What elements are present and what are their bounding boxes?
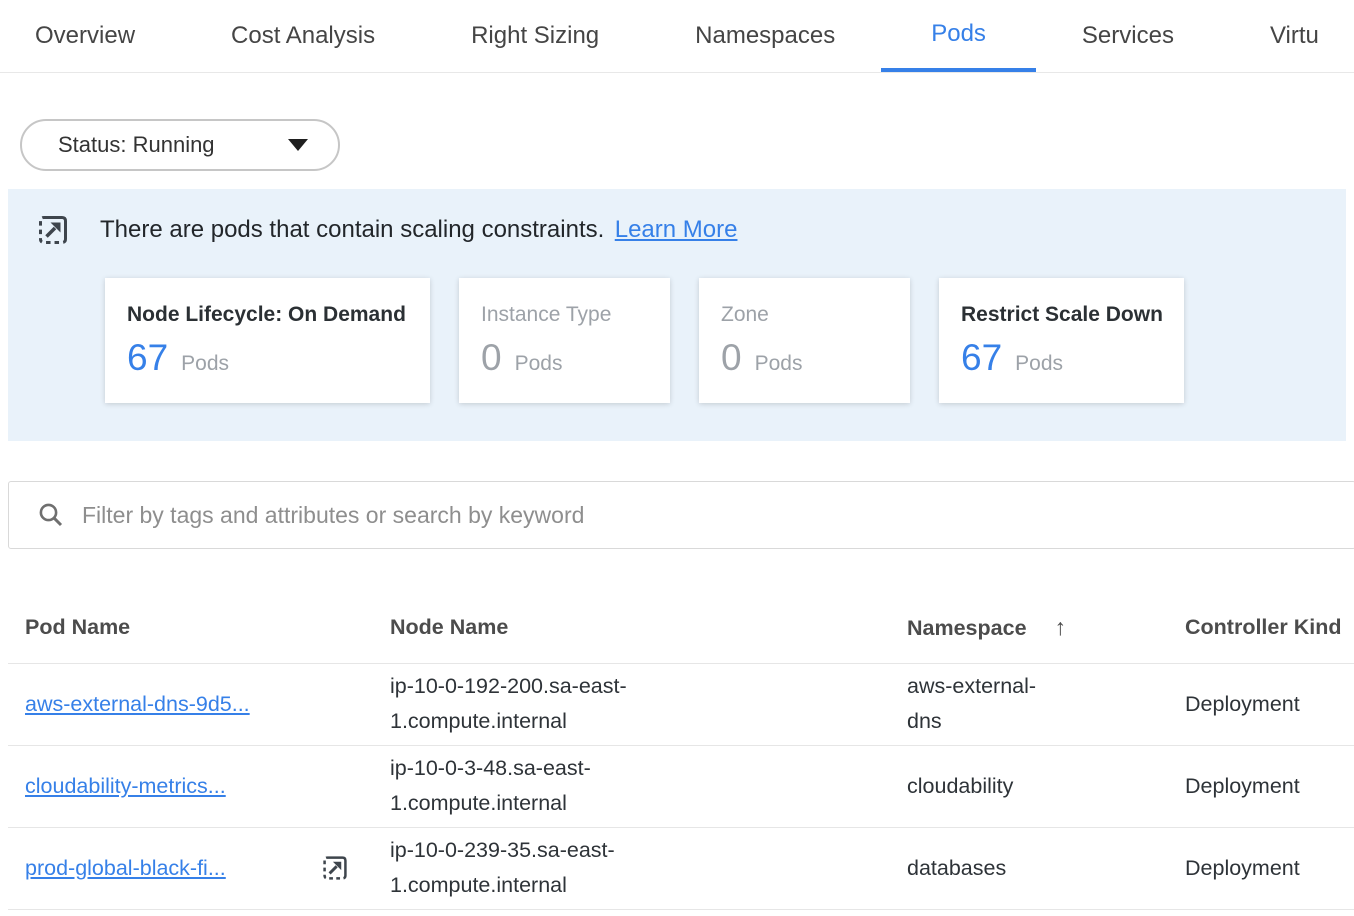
namespace: databases [907, 851, 1065, 886]
card-unit: Pods [755, 352, 803, 376]
learn-more-link[interactable]: Learn More [615, 216, 738, 243]
constraint-cards: Node Lifecycle: On Demand67PodsInstance … [105, 278, 1346, 403]
tab-overview[interactable]: Overview [35, 0, 135, 72]
tab-right-sizing[interactable]: Right Sizing [471, 0, 599, 72]
table-body: aws-external-dns-9d5... ip-10-0-192-200.s… [8, 663, 1354, 909]
scale-out-icon [320, 853, 350, 883]
node-name-cell: ip-10-0-3-48.sa-east-1.compute.internal [390, 745, 907, 827]
column-label: Controller Kind [1185, 615, 1341, 639]
card-unit: Pods [515, 352, 563, 376]
constraint-card-zone[interactable]: Zone 0 Pods [699, 278, 910, 403]
tab-namespaces[interactable]: Namespaces [695, 0, 835, 72]
pod-name-link[interactable]: aws-external-dns-9d5... [25, 692, 250, 717]
node-name-cell: ip-10-0-192-200.sa-east-1.compute.intern… [390, 663, 907, 745]
card-value: 0 [721, 337, 742, 379]
table-row: cloudability-metrics... ip-10-0-3-48.sa-e… [8, 745, 1354, 827]
sort-ascending-icon: ↑ [1055, 614, 1067, 640]
tab-virtu[interactable]: Virtu [1270, 0, 1319, 72]
namespace: cloudability [907, 769, 1065, 804]
node-name: ip-10-0-239-35.sa-east-1.compute.interna… [390, 833, 660, 903]
status-filter-label: Status: Running [58, 132, 215, 158]
column-label: Pod Name [25, 615, 130, 639]
pod-name-link[interactable]: cloudability-metrics... [25, 774, 226, 799]
search-input[interactable] [82, 502, 1354, 529]
namespace-cell: aws-external-dns [907, 663, 1185, 745]
caret-down-icon [288, 139, 308, 151]
column-label: Namespace [907, 616, 1027, 640]
table-header-row: Pod Name Node Name Namespace ↑ Controller Ki… [8, 593, 1354, 663]
card-value: 0 [481, 337, 502, 379]
controller-kind-cell: Deployment [1185, 745, 1354, 827]
card-value: 67 [961, 337, 1002, 379]
node-name-cell: ip-10-0-239-35.sa-east-1.compute.interna… [390, 827, 907, 909]
banner-message: There are pods that contain scaling cons… [100, 216, 604, 243]
namespace: aws-external-dns [907, 669, 1065, 739]
card-title: Instance Type [481, 303, 652, 327]
tab-bar: Overview Cost Analysis Right Sizing Namespa… [0, 0, 1354, 73]
card-title: Node Lifecycle: On Demand [127, 303, 412, 327]
table-row: aws-external-dns-9d5... ip-10-0-192-200.s… [8, 663, 1354, 745]
constraint-card-instance-type[interactable]: Instance Type 0 Pods [459, 278, 670, 403]
constraint-card-restrict-scale-down[interactable]: Restrict Scale Down 67 Pods [939, 278, 1184, 403]
tab-pods[interactable]: Pods [881, 0, 1036, 72]
tab-services[interactable]: Services [1082, 0, 1174, 72]
column-label: Node Name [390, 615, 508, 639]
controller-kind-cell: Deployment [1185, 663, 1354, 745]
card-title: Zone [721, 303, 892, 327]
node-name: ip-10-0-192-200.sa-east-1.compute.intern… [390, 669, 660, 739]
namespace-cell: databases [907, 827, 1185, 909]
column-header-namespace[interactable]: Namespace ↑ [907, 593, 1185, 663]
column-header-node-name[interactable]: Node Name [390, 593, 907, 663]
pod-name-link[interactable]: prod-global-black-fi... [25, 856, 226, 881]
card-unit: Pods [181, 352, 229, 376]
status-filter-dropdown[interactable]: Status: Running [20, 119, 340, 171]
table-row: prod-global-black-fi... ip-10-0-239-35.s… [8, 827, 1354, 909]
card-unit: Pods [1015, 352, 1063, 376]
column-header-pod-name[interactable]: Pod Name [8, 593, 390, 663]
column-header-controller-kind[interactable]: Controller Kind [1185, 593, 1354, 663]
pods-table: Pod Name Node Name Namespace ↑ Controller Ki… [8, 593, 1354, 910]
scaling-constraints-banner: There are pods that contain scaling cons… [8, 189, 1346, 441]
constraint-card-node-lifecycle-on-demand[interactable]: Node Lifecycle: On Demand 67 Pods [105, 278, 430, 403]
search-icon [37, 501, 65, 529]
controller-kind-cell: Deployment [1185, 827, 1354, 909]
pod-name-cell: prod-global-black-fi... [8, 827, 390, 909]
tab-cost-analysis[interactable]: Cost Analysis [231, 0, 375, 72]
pod-name-cell: cloudability-metrics... [8, 745, 390, 827]
card-value: 67 [127, 337, 168, 379]
namespace-cell: cloudability [907, 745, 1185, 827]
node-name: ip-10-0-3-48.sa-east-1.compute.internal [390, 751, 660, 821]
pod-name-cell: aws-external-dns-9d5... [8, 663, 390, 745]
scale-out-icon [35, 212, 71, 248]
card-title: Restrict Scale Down [961, 303, 1166, 327]
filter-search-box[interactable] [8, 481, 1354, 549]
